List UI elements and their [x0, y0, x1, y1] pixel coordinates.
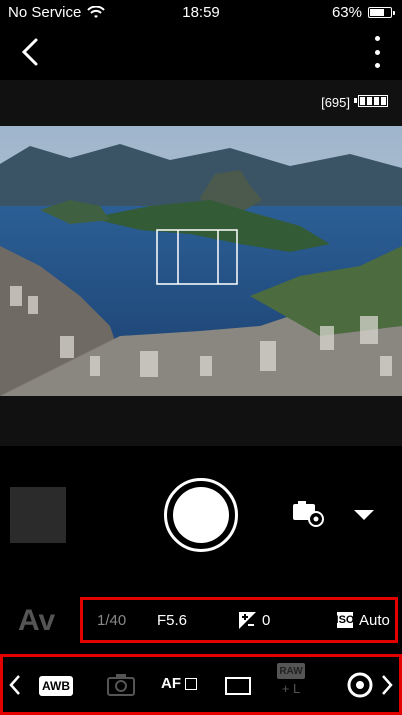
top-nav — [0, 26, 402, 80]
control-bar: AWB AF RAW + L — [0, 654, 402, 715]
remaining-shots: [695] — [321, 95, 350, 110]
camera-settings-icon[interactable] — [290, 498, 326, 528]
camera-battery-icon — [354, 95, 388, 107]
shutter-area — [0, 446, 402, 592]
image-quality-icon[interactable]: RAW + L — [277, 663, 305, 696]
chevron-left-icon[interactable] — [9, 674, 21, 696]
quality-label: + L — [281, 681, 301, 696]
shutter-speed[interactable]: 1/40 — [97, 612, 126, 629]
iso-setting[interactable]: ISO Auto — [335, 611, 390, 629]
iso-label: ISO — [335, 612, 355, 628]
back-chevron-icon[interactable] — [16, 36, 44, 68]
battery-percent: 63% — [331, 4, 362, 21]
chevron-right-icon[interactable] — [381, 674, 393, 696]
last-photo-thumbnail[interactable] — [10, 487, 66, 543]
exposure-bar: 1/40 F5.6 0 ISO Auto — [80, 597, 398, 643]
shutter-button[interactable] — [164, 478, 238, 552]
camera-header: [695] — [0, 80, 402, 126]
af-mode-button[interactable]: AF — [161, 675, 197, 692]
aspect-ratio-icon[interactable] — [225, 677, 251, 695]
live-view-image — [0, 126, 402, 396]
aperture-value[interactable]: F5.6 — [157, 612, 187, 629]
white-balance-button[interactable]: AWB — [39, 676, 73, 696]
dropdown-triangle-icon[interactable] — [352, 508, 376, 522]
exposure-compensation[interactable]: 0 — [239, 611, 271, 629]
status-bar: No Service 18:59 63% — [0, 0, 402, 26]
more-vertical-icon[interactable] — [368, 36, 386, 68]
metering-icon[interactable] — [347, 672, 373, 698]
wifi-icon — [87, 5, 106, 18]
picture-style-icon[interactable] — [107, 673, 135, 697]
af-label: AF — [161, 675, 181, 692]
raw-badge: RAW — [277, 663, 305, 679]
carrier-text: No Service — [8, 4, 82, 21]
iso-value: Auto — [359, 611, 390, 629]
exposure-compensation-icon — [239, 611, 256, 629]
exposure-compensation-value: 0 — [262, 611, 271, 629]
preview-bottom-band — [0, 396, 402, 446]
battery-icon — [368, 7, 395, 18]
status-left: No Service — [8, 4, 106, 21]
af-mode-icon — [185, 677, 197, 690]
live-view[interactable] — [0, 126, 402, 396]
status-right: 63% — [331, 4, 395, 21]
shooting-mode[interactable]: Av — [18, 604, 55, 638]
clock: 18:59 — [182, 4, 220, 21]
